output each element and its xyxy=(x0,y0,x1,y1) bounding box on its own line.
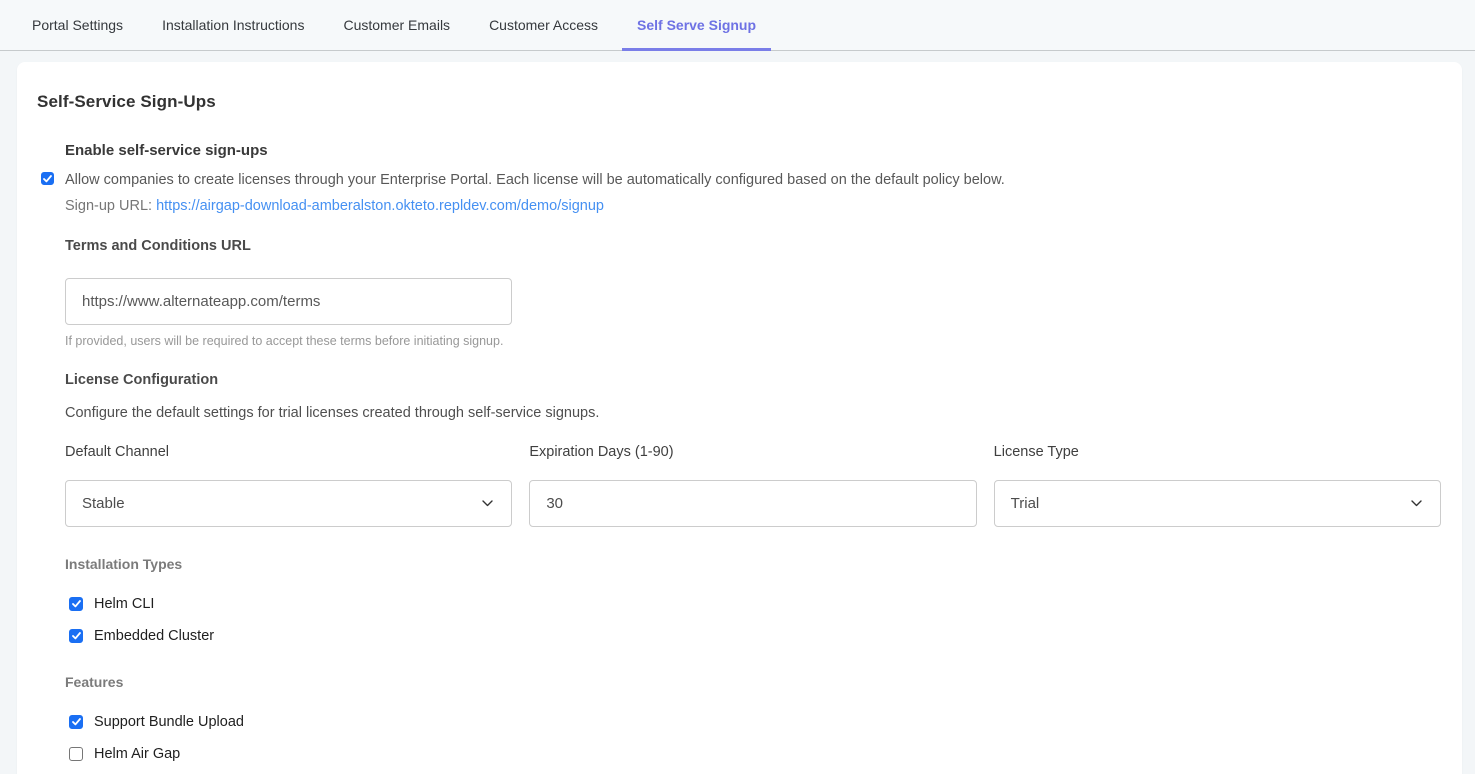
panel-content: Enable self-service sign-ups Allow compa… xyxy=(65,142,1441,763)
license-type-field: License Type Trial xyxy=(994,444,1441,527)
chevron-down-icon xyxy=(1411,500,1422,507)
enable-signups-heading: Enable self-service sign-ups xyxy=(65,142,1441,159)
embedded-cluster-checkbox[interactable] xyxy=(69,629,83,643)
license-type-select[interactable]: Trial xyxy=(994,480,1441,527)
tab-installation-instructions[interactable]: Installation Instructions xyxy=(147,0,319,50)
feature-support-bundle-upload[interactable]: Support Bundle Upload xyxy=(69,712,1441,731)
support-bundle-upload-checkbox[interactable] xyxy=(69,715,83,729)
feature-helm-air-gap[interactable]: Helm Air Gap xyxy=(69,744,1441,763)
default-channel-select[interactable]: Stable xyxy=(65,480,512,527)
expiration-days-field: Expiration Days (1-90) xyxy=(529,444,976,527)
chevron-down-icon xyxy=(482,500,493,507)
features-list: Support Bundle Upload Helm Air Gap xyxy=(69,712,1441,763)
tab-customer-access[interactable]: Customer Access xyxy=(474,0,613,50)
tab-portal-settings[interactable]: Portal Settings xyxy=(17,0,138,50)
license-configuration-description: Configure the default settings for trial… xyxy=(65,405,1441,421)
check-icon xyxy=(72,600,81,608)
license-type-value: Trial xyxy=(1011,495,1040,512)
helm-air-gap-checkbox[interactable] xyxy=(69,747,83,761)
signup-url-link[interactable]: https://airgap-download-amberalston.okte… xyxy=(156,198,604,214)
check-icon xyxy=(72,718,81,726)
expiration-days-label: Expiration Days (1-90) xyxy=(529,444,976,460)
license-configuration-heading: License Configuration xyxy=(65,372,1441,388)
helm-air-gap-label: Helm Air Gap xyxy=(94,746,180,762)
embedded-cluster-label: Embedded Cluster xyxy=(94,628,214,644)
expiration-days-control xyxy=(529,480,976,527)
installation-types-list: Helm CLI Embedded Cluster xyxy=(69,594,1441,645)
helm-cli-label: Helm CLI xyxy=(94,596,154,612)
license-type-label: License Type xyxy=(994,444,1441,460)
terms-url-helper: If provided, users will be required to a… xyxy=(65,334,1441,348)
tab-self-serve-signup[interactable]: Self Serve Signup xyxy=(622,0,771,50)
check-icon xyxy=(43,175,52,183)
check-icon xyxy=(72,632,81,640)
terms-url-input[interactable] xyxy=(65,278,512,325)
installation-type-embedded-cluster[interactable]: Embedded Cluster xyxy=(69,626,1441,645)
default-channel-field: Default Channel Stable xyxy=(65,444,512,527)
installation-type-helm-cli[interactable]: Helm CLI xyxy=(69,594,1441,613)
license-config-grid: Default Channel Stable Expiration Days (… xyxy=(65,444,1441,527)
terms-url-label: Terms and Conditions URL xyxy=(65,238,1441,254)
tab-customer-emails[interactable]: Customer Emails xyxy=(328,0,465,50)
enable-signups-row: Allow companies to create licenses throu… xyxy=(65,170,1441,190)
features-heading: Features xyxy=(65,674,1441,690)
enable-signups-description: Allow companies to create licenses throu… xyxy=(65,172,1005,188)
support-bundle-upload-label: Support Bundle Upload xyxy=(94,714,244,730)
self-serve-signup-panel: Self-Service Sign-Ups Enable self-servic… xyxy=(17,62,1462,774)
default-channel-label: Default Channel xyxy=(65,444,512,460)
signup-url-label: Sign-up URL: xyxy=(65,198,152,214)
installation-types-heading: Installation Types xyxy=(65,556,1441,572)
page-title: Self-Service Sign-Ups xyxy=(37,92,1441,112)
expiration-days-input[interactable] xyxy=(546,495,959,512)
default-channel-value: Stable xyxy=(82,495,125,512)
helm-cli-checkbox[interactable] xyxy=(69,597,83,611)
enable-signups-checkbox[interactable] xyxy=(41,172,54,185)
signup-url-line: Sign-up URL: https://airgap-download-amb… xyxy=(65,198,1441,214)
settings-tabbar: Portal Settings Installation Instruction… xyxy=(0,0,1475,51)
